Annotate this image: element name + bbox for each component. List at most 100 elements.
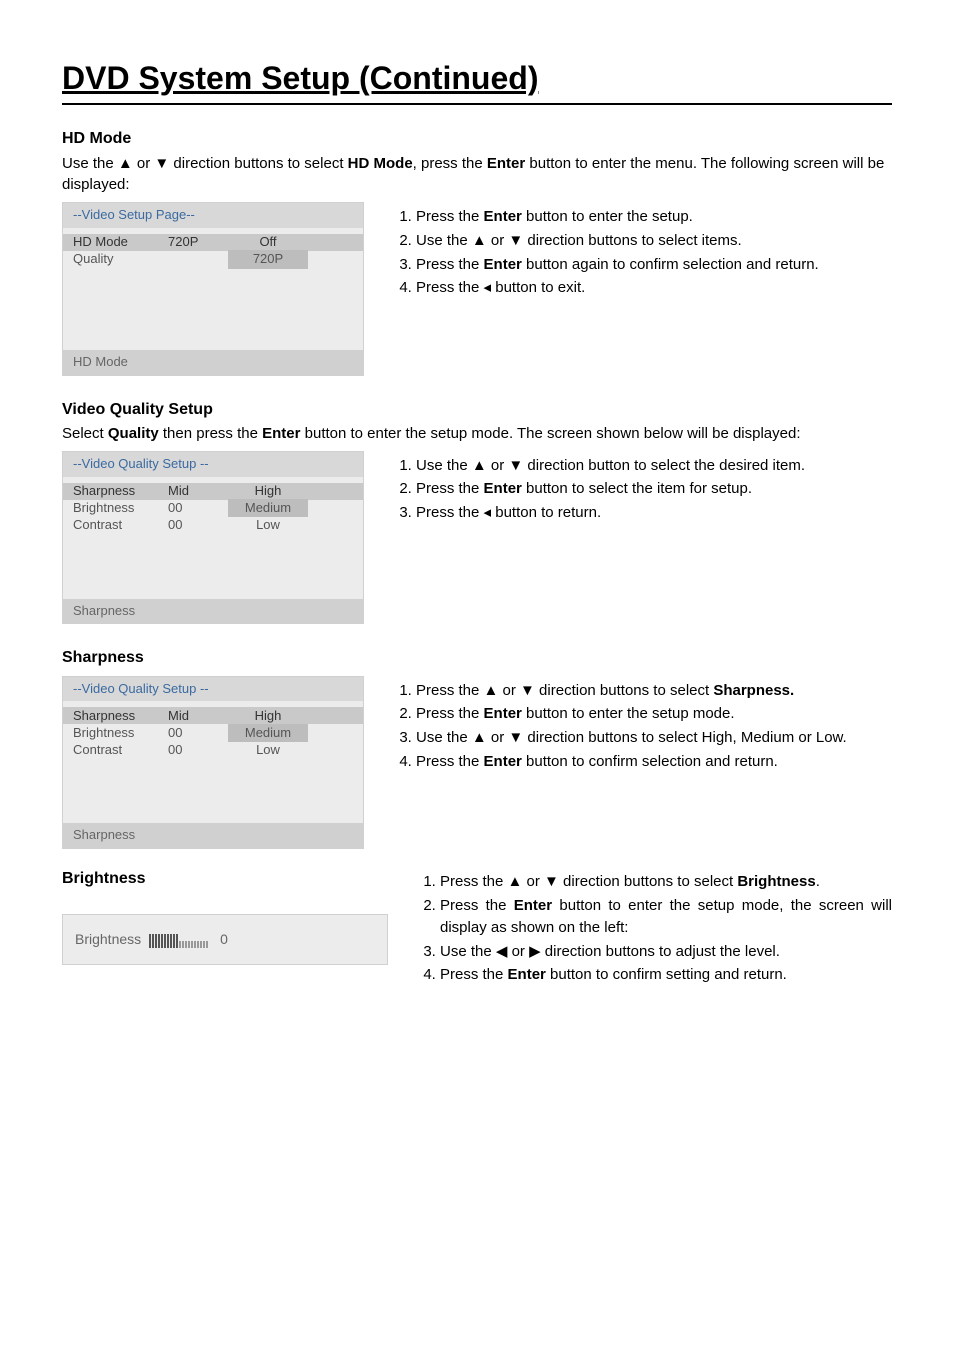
text: Press the [416,208,484,225]
sharp-steps: Press the ▲ or ▼ direction buttons to se… [394,680,892,773]
text: Press the [440,897,514,914]
text-bold: Enter [484,480,522,497]
instruction-item: Press the ▲ or ▼ direction buttons to se… [440,871,892,893]
menu-row: Brightness00Medium [63,724,363,741]
bright-steps-col: Press the ▲ or ▼ direction buttons to se… [418,867,892,988]
page-title: DVD System Setup (Continued) [62,55,892,105]
menu-row: SharpnessMidHigh [63,707,363,724]
hd-mode-menu: --Video Setup Page-- HD Mode720POffQuali… [62,202,364,376]
hd-mode-steps: Press the Enter button to enter the setu… [394,206,892,299]
menu-row: Contrast00Low [63,741,363,758]
text: button to enter the setup. [522,208,693,225]
menu-body: SharpnessMidHighBrightness00MediumContra… [63,477,363,593]
vq-steps-col: Use the ▲ or ▼ direction button to selec… [394,451,892,526]
text: Use the ▲ or ▼ direction buttons to sele… [62,155,348,172]
text: Press the [416,480,484,497]
instruction-item: Press the Enter button to confirm select… [416,751,892,773]
instruction-item: Press the ▲ or ▼ direction buttons to se… [416,680,892,702]
text-bold: Enter [484,705,522,722]
text: , press the [413,155,487,172]
menu-row: Brightness00Medium [63,500,363,517]
instruction-item: Press the Enter button to enter the setu… [416,206,892,228]
text-bold: Enter [514,897,552,914]
menu-footer: HD Mode [63,350,363,375]
menu-footer: Sharpness [63,823,363,848]
text: then press the [159,425,262,442]
menu-row: SharpnessMidHigh [63,483,363,500]
sharp-steps-col: Press the ▲ or ▼ direction buttons to se… [394,676,892,775]
menu-body: HD Mode720POffQuality720P [63,228,363,344]
menu-cell: Low [228,741,308,760]
instruction-item: Press the Enter button again to confirm … [416,254,892,276]
instruction-item: Press the Enter button to select the ite… [416,478,892,500]
text: Use the ▲ or ▼ direction button to selec… [416,457,805,474]
instruction-item: Use the ▲ or ▼ direction button to selec… [416,455,892,477]
brightness-bar: Brightness 0 [62,914,388,964]
instruction-item: Use the ◀ or ▶ direction buttons to adju… [440,941,892,963]
sharp-heading: Sharpness [62,646,892,669]
text: Press the ▲ or ▼ direction buttons to se… [416,682,713,699]
sharp-row: --Video Quality Setup -- SharpnessMidHig… [62,676,892,850]
menu-cell: 00 [168,516,228,535]
instruction-item: Use the ▲ or ▼ direction buttons to sele… [416,727,892,749]
text: button to confirm setting and return. [546,966,787,983]
text-bold: Enter [508,966,546,983]
bright-left: Brightness Brightness 0 [62,867,388,964]
instruction-item: Press the ◂ button to exit. [416,277,892,299]
vq-heading: Video Quality Setup [62,398,892,421]
hd-mode-row: --Video Setup Page-- HD Mode720POffQuali… [62,202,892,376]
menu-cell: 00 [168,741,228,760]
instruction-item: Press the Enter button to enter the setu… [440,895,892,939]
menu-row: HD Mode720POff [63,234,363,251]
text-bold: Brightness [737,873,815,890]
instruction-item: Press the ◂ button to return. [416,502,892,524]
text: button to confirm selection and return. [522,753,778,770]
hd-mode-steps-col: Press the Enter button to enter the setu… [394,202,892,301]
vq-intro: Select Quality then press the Enter butt… [62,423,892,445]
instruction-item: Press the Enter button to confirm settin… [440,964,892,986]
text-bold: Quality [108,425,159,442]
text: button to enter the setup mode. The scre… [300,425,800,442]
brightness-bar-icon [149,932,208,948]
text: button to enter the setup mode. [522,705,735,722]
text-bold: Sharpness. [713,682,794,699]
text: Press the [416,705,484,722]
instruction-item: Press the Enter button to enter the setu… [416,703,892,725]
instruction-item: Use the ▲ or ▼ direction buttons to sele… [416,230,892,252]
text: Press the ◂ button to return. [416,504,601,521]
menu-header: --Video Quality Setup -- [63,677,363,702]
text-bold: Enter [484,753,522,770]
menu-header: --Video Setup Page-- [63,203,363,228]
vq-menu: --Video Quality Setup -- SharpnessMidHig… [62,451,364,625]
text: Press the ◂ button to exit. [416,279,585,296]
menu-cell: 720P [168,233,228,252]
text-bold: Enter [484,256,522,273]
text-bold: Enter [262,425,300,442]
page: DVD System Setup (Continued) HD Mode Use… [0,0,954,1347]
text: Use the ▲ or ▼ direction buttons to sele… [416,729,847,746]
text: Use the ◀ or ▶ direction buttons to adju… [440,943,780,960]
menu-header: --Video Quality Setup -- [63,452,363,477]
text: Press the [416,256,484,273]
text: . [816,873,820,890]
menu-cell: Contrast [73,516,168,535]
menu-cell: Quality [73,250,168,269]
hd-mode-intro: Use the ▲ or ▼ direction buttons to sele… [62,153,892,197]
menu-cell: 720P [228,250,308,269]
vq-steps: Use the ▲ or ▼ direction button to selec… [394,455,892,524]
menu-cell: Low [228,516,308,535]
text: Select [62,425,108,442]
text: button again to confirm selection and re… [522,256,819,273]
text: button to select the item for setup. [522,480,752,497]
text-bold: Enter [487,155,525,172]
menu-row: Contrast00Low [63,517,363,534]
text: Use the ▲ or ▼ direction buttons to sele… [416,232,742,249]
vq-row: --Video Quality Setup -- SharpnessMidHig… [62,451,892,625]
bright-row: Brightness Brightness 0 Press the ▲ or ▼… [62,867,892,988]
brightness-label: Brightness [75,929,141,949]
text: Press the ▲ or ▼ direction buttons to se… [440,873,737,890]
sharp-menu: --Video Quality Setup -- SharpnessMidHig… [62,676,364,850]
bright-steps: Press the ▲ or ▼ direction buttons to se… [418,871,892,986]
text-bold: HD Mode [348,155,413,172]
menu-body: SharpnessMidHighBrightness00MediumContra… [63,701,363,817]
